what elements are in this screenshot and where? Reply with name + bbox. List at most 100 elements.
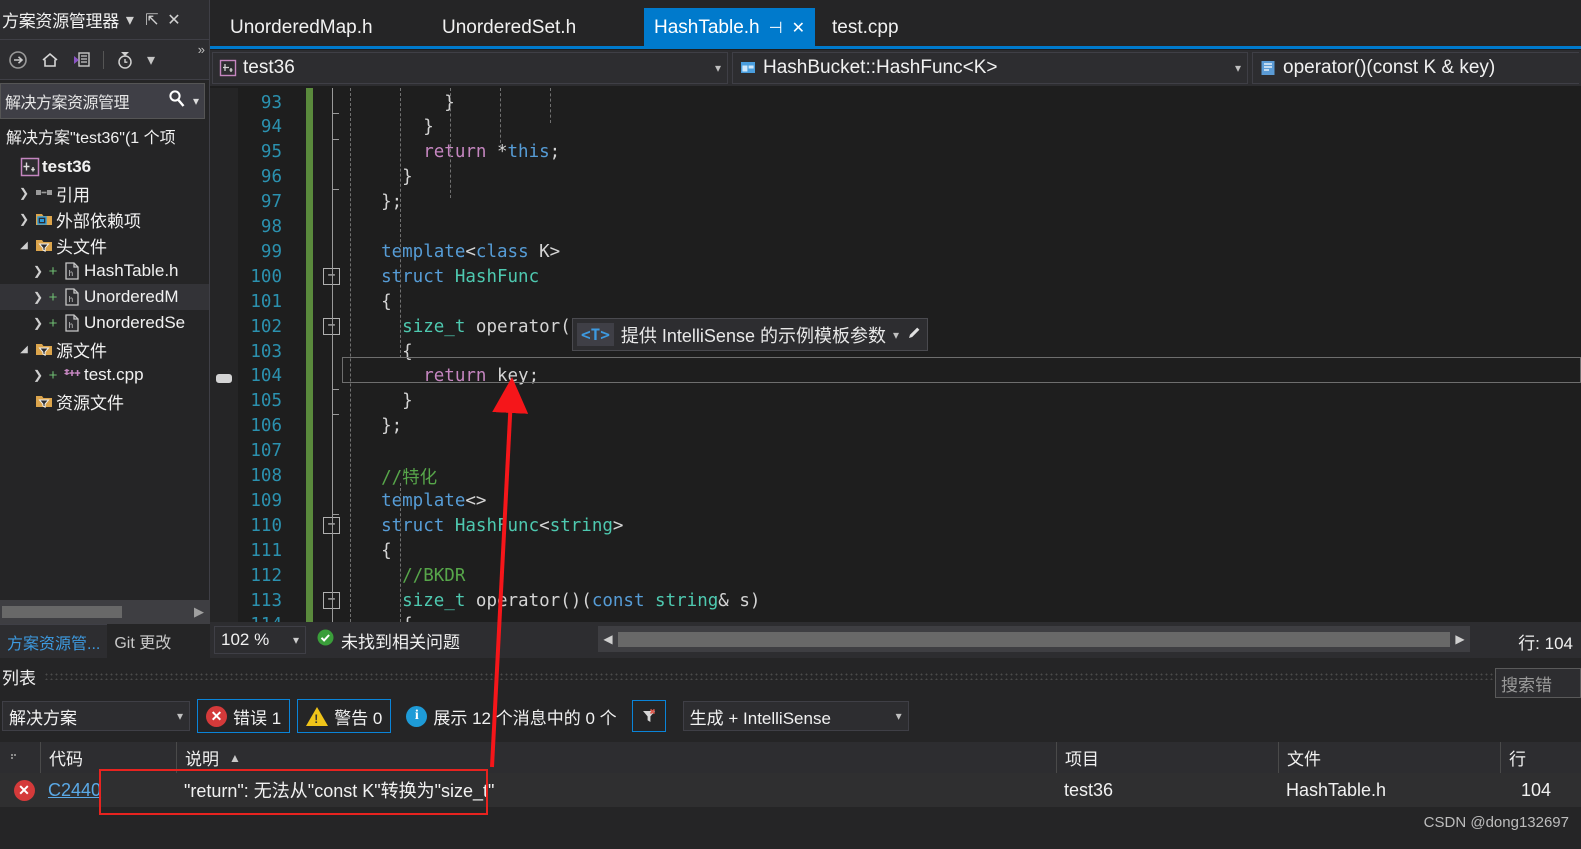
close-icon[interactable]: ✕ (792, 18, 805, 38)
pin-icon[interactable]: ⇱ (141, 10, 163, 30)
home-icon[interactable] (36, 47, 64, 73)
column-header[interactable]: 项目 (1056, 742, 1278, 773)
search-input[interactable]: 解决方案资源管理 (1, 89, 163, 113)
code-line[interactable]: 95 return *this; (210, 140, 1581, 165)
scroll-left-arrow-icon[interactable]: ◀ (598, 632, 618, 646)
tree-item--[interactable]: ❯ 外部依赖项 (0, 206, 209, 232)
navbar-member-dropdown[interactable]: operator()(const K & key) (1252, 52, 1579, 84)
code-line[interactable]: 98 (210, 215, 1581, 240)
chevron-down-icon[interactable]: ◢ (16, 240, 32, 251)
editor-hscrollbar[interactable]: ◀ ▶ (598, 626, 1470, 652)
chevron-right-icon[interactable]: ❯ (30, 290, 46, 304)
chevron-right-icon[interactable]: ❯ (16, 186, 32, 200)
tree-item--[interactable]: 资源文件 (0, 388, 209, 414)
code-line[interactable]: 93 } (210, 90, 1581, 115)
error-search-input[interactable]: 搜索错 (1495, 668, 1581, 698)
code-line[interactable]: 105 } (210, 389, 1581, 414)
build-filter-dropdown[interactable]: 生成 + IntelliSense ▾ (682, 701, 909, 731)
chevron-right-icon[interactable]: ❯ (30, 368, 46, 382)
code-line[interactable]: 97 }; (210, 190, 1581, 215)
search-icon[interactable] (163, 88, 191, 115)
chevron-down-icon[interactable]: ▾ (293, 633, 299, 647)
warnings-toggle-button[interactable]: 警告 0 (297, 699, 392, 733)
chevron-down-icon[interactable]: ◢ (16, 344, 32, 355)
dock-tab[interactable]: 方案资源管... (0, 624, 108, 658)
chevron-right-icon[interactable]: ❯ (16, 212, 32, 226)
code-line[interactable]: 110− struct HashFunc<string> (210, 513, 1581, 538)
chevron-right-icon[interactable]: ❯ (30, 316, 46, 330)
errors-toggle-button[interactable]: ✕ 错误 1 (197, 699, 291, 733)
back-arrow-icon[interactable] (4, 47, 32, 73)
code-line[interactable]: 94 } (210, 115, 1581, 140)
quick-add-icon[interactable]: + (46, 263, 60, 280)
code-line[interactable]: 96 } (210, 165, 1581, 190)
clear-filter-button[interactable] (631, 700, 666, 732)
column-header[interactable]: 说明 ▲ (176, 742, 1056, 773)
tree-item-hashtable-h[interactable]: ❯ + h HashTable.h (0, 258, 209, 284)
navbar-project-dropdown[interactable]: test36 ▾ (212, 52, 728, 84)
editor-tab[interactable]: HashTable.h ⊣ ✕ (644, 8, 815, 48)
code-line[interactable]: 114 { (210, 613, 1581, 622)
tree-item--[interactable]: ❯ 引用 (0, 180, 209, 206)
code-line[interactable]: 99 template<class K> (210, 239, 1581, 264)
pin-icon[interactable]: ⊣ (769, 18, 783, 38)
solution-explorer-search[interactable]: 解决方案资源管理 ▾ (0, 83, 205, 119)
close-icon[interactable]: ✕ (163, 10, 185, 30)
tree-item-unorderedse[interactable]: ❯ + h UnorderedSe (0, 310, 209, 336)
pencil-icon[interactable] (906, 324, 923, 346)
tree-item-unorderedm[interactable]: ❯ + h UnorderedM (0, 284, 209, 310)
code-line[interactable]: 109 template<> (210, 488, 1581, 513)
messages-toggle-button[interactable]: i 展示 12 个消息中的 0 个 (398, 699, 624, 733)
chevron-down-icon[interactable]: ▾ (705, 61, 721, 75)
header-file-icon: h (60, 313, 84, 333)
search-options-chevron-icon[interactable]: ▾ (191, 94, 204, 108)
chevron-right-icon[interactable]: ❯ (30, 264, 46, 278)
scroll-thumb[interactable] (2, 606, 122, 618)
code-line[interactable]: 113− size_t operator()(const string& s) (210, 588, 1581, 613)
chevron-down-icon[interactable]: ▾ (163, 709, 183, 723)
chevron-down-icon[interactable]: ▾ (143, 47, 159, 73)
column-header[interactable]: 文件 (1278, 742, 1500, 773)
quick-add-icon[interactable]: + (46, 289, 60, 306)
editor-tab[interactable]: test.cpp (822, 8, 909, 48)
dock-tab[interactable]: Git 更改 (107, 624, 178, 658)
zoom-level-dropdown[interactable]: 102 % ▾ (214, 626, 306, 654)
column-header[interactable]: 行 (1500, 742, 1559, 773)
scroll-thumb[interactable] (618, 631, 1450, 647)
sort-ascending-icon[interactable]: ▲ (229, 751, 241, 765)
error-code-link[interactable]: C2440 (48, 780, 101, 801)
scope-filter-dropdown[interactable]: 解决方案 ▾ (2, 701, 190, 731)
tree-item--[interactable]: ◢ 头文件 (0, 232, 209, 258)
code-line[interactable]: 108 //特化 (210, 464, 1581, 489)
solution-explorer-hscrollbar[interactable]: ▶ (0, 600, 210, 624)
code-line[interactable]: 100− struct HashFunc (210, 264, 1581, 289)
tree-item-test-cpp[interactable]: ❯ + test.cpp (0, 362, 209, 388)
code-line[interactable]: 106 }; (210, 414, 1581, 439)
cell-code[interactable]: C2440 (40, 773, 176, 807)
scroll-right-arrow-icon[interactable]: ▶ (194, 604, 210, 620)
tree-item-test36[interactable]: test36 (0, 154, 209, 180)
code-line[interactable]: 101 { (210, 289, 1581, 314)
chevron-down-icon[interactable]: ▾ (882, 709, 902, 723)
quick-add-icon[interactable]: + (46, 315, 60, 332)
tree-item--[interactable]: ◢ 源文件 (0, 336, 209, 362)
code-line[interactable]: 107 (210, 439, 1581, 464)
sync-views-icon[interactable] (68, 47, 96, 73)
editor-tab[interactable]: UnorderedMap.h (220, 8, 383, 48)
scroll-right-arrow-icon[interactable]: ▶ (1450, 632, 1470, 646)
chevron-down-icon[interactable]: ▾ (1225, 61, 1241, 75)
code-editor[interactable]: 93 } 94 } 95 return *this; 96 } 97 }; 98 99 te… (210, 88, 1581, 622)
pending-changes-icon[interactable] (111, 47, 139, 73)
quick-add-icon[interactable]: + (46, 367, 60, 384)
template-parameter-hint[interactable]: <T> 提供 IntelliSense 的示例模板参数 ▾ (572, 318, 928, 351)
navbar-scope-dropdown[interactable]: HashBucket::HashFunc<K> ▾ (732, 52, 1248, 84)
code-line[interactable]: 111 { (210, 538, 1581, 563)
editor-tab[interactable]: UnorderedSet.h (432, 8, 586, 48)
chevron-down-icon[interactable]: ▾ (893, 328, 899, 342)
column-header[interactable]: 代码 (40, 742, 176, 773)
code-line[interactable]: 112 //BKDR (210, 563, 1581, 588)
issue-status[interactable]: 未找到相关问题 (316, 628, 460, 653)
outline-bracket (332, 178, 339, 190)
overflow-icon[interactable]: » (198, 42, 205, 57)
chevron-down-icon[interactable]: ▾ (119, 10, 141, 30)
